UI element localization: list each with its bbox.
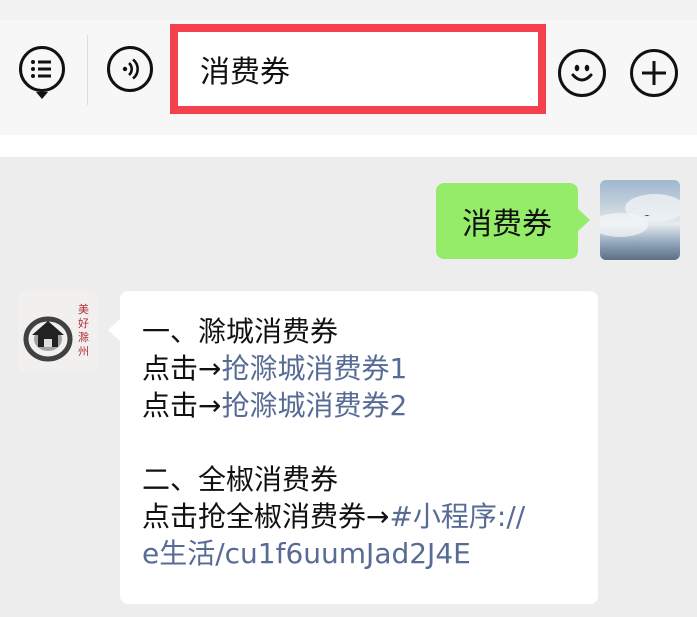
miniprogram-link-part2[interactable]: e生活/cu1f6uumJad2J4E (142, 537, 471, 570)
toolbar-divider (87, 35, 88, 105)
reply-line-1: 点击→抢滁城消费券1 (142, 350, 578, 387)
reply-line-4: e生活/cu1f6uumJad2J4E (142, 535, 578, 572)
emoji-icon[interactable] (558, 49, 606, 97)
search-input-highlight: 消费券 (170, 24, 546, 114)
chat-input-bar: 消费券 (0, 0, 697, 135)
reply-line-3: 点击抢全椒消费券→#小程序:// (142, 498, 578, 535)
svg-text:滁: 滁 (78, 330, 89, 344)
link-chucheng-voucher-1[interactable]: 抢滁城消费券1 (221, 352, 407, 385)
line3-prefix: 点击抢全椒消费券→ (142, 500, 390, 533)
svg-text:好: 好 (78, 316, 89, 330)
section2-title: 二、全椒消费券 (142, 463, 339, 496)
menu-caret-icon (36, 92, 48, 99)
bar-separator (0, 135, 697, 157)
plus-icon[interactable] (630, 49, 678, 97)
line2-prefix: 点击→ (142, 389, 222, 422)
official-account-avatar[interactable]: 美 好 滁 州 (18, 291, 98, 371)
svg-text:州: 州 (78, 345, 89, 358)
miniprogram-link-part1[interactable]: #小程序:// (389, 500, 525, 533)
user-avatar[interactable] (600, 180, 680, 260)
sent-message-bubble[interactable]: 消费券 (436, 183, 590, 259)
section1-title: 一、滁城消费券 (142, 315, 339, 348)
link-chucheng-voucher-2[interactable]: 抢滁城消费券2 (221, 389, 407, 422)
reply-message-bubble[interactable]: 一、滁城消费券 点击→抢滁城消费券1 点击→抢滁城消费券2 二、全椒消费券 点击… (108, 291, 598, 604)
top-strip (0, 0, 697, 20)
line1-prefix: 点击→ (142, 352, 222, 385)
svg-text:美: 美 (78, 303, 89, 316)
voice-icon[interactable] (107, 46, 153, 92)
message-input[interactable]: 消费券 (178, 32, 538, 106)
reply-line-2: 点击→抢滁城消费券2 (142, 387, 578, 424)
menu-icon[interactable] (19, 46, 65, 92)
sent-message-text: 消费券 (462, 207, 552, 242)
